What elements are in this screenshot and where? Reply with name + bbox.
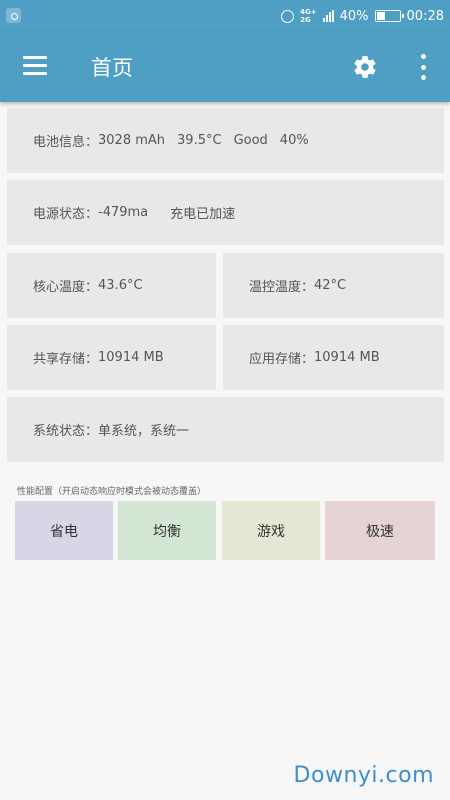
power-status-label: 电源状态： <box>33 207 99 222</box>
battery-icon <box>374 10 404 22</box>
battery-level: 40% <box>279 133 309 148</box>
battery-info-label: 电池信息： <box>33 135 99 150</box>
more-options-icon[interactable] <box>413 54 433 80</box>
shared-storage-card: 共享存储： 10914 MB <box>7 325 216 390</box>
core-temp-card: 核心温度： 43.6°C <box>7 253 216 318</box>
battery-percent: 40% <box>339 8 369 24</box>
status-bar: 4G+ 2G 40% 00:28 <box>0 0 450 32</box>
page-title: 首页 <box>91 56 133 80</box>
battery-temperature: 39.5°C <box>177 133 222 148</box>
notification-icon <box>6 8 21 23</box>
battery-capacity: 3028 mAh <box>98 133 166 148</box>
clock: 00:28 <box>406 8 444 24</box>
thermal-temp-value: 42°C <box>314 278 347 293</box>
mode-power-save-button[interactable]: 省电 <box>15 501 113 560</box>
shared-storage-value: 10914 MB <box>98 350 164 365</box>
app-bar: 首页 <box>0 32 450 102</box>
signal-icon <box>322 10 334 22</box>
thermal-temp-label: 温控温度： <box>249 280 315 295</box>
performance-label: 性能配置（开启动态响应时模式会被动态覆盖） <box>17 487 207 497</box>
shared-storage-label: 共享存储： <box>33 352 99 367</box>
mode-game-button[interactable]: 游戏 <box>222 501 320 560</box>
status-icons: 4G+ 2G 40% 00:28 <box>281 6 444 26</box>
power-status-card: 电源状态： -479ma 充电已加速 <box>7 180 444 245</box>
gear-icon[interactable] <box>352 54 378 80</box>
mode-balanced-label: 均衡 <box>153 523 181 540</box>
mode-game-label: 游戏 <box>257 523 285 540</box>
mode-balanced-button[interactable]: 均衡 <box>118 501 216 560</box>
network-sub-label: 2G <box>300 16 311 24</box>
charge-status: 充电已加速 <box>170 207 236 222</box>
system-status-label: 系统状态： <box>33 424 99 439</box>
thermal-temp-card: 温控温度： 42°C <box>223 253 444 318</box>
mode-turbo-button[interactable]: 极速 <box>325 501 435 560</box>
menu-icon[interactable] <box>23 56 47 76</box>
system-status-value: 单系统，系统一 <box>98 424 190 439</box>
app-storage-value: 10914 MB <box>314 350 380 365</box>
mode-turbo-label: 极速 <box>366 523 394 540</box>
network-label: 4G+ <box>300 8 317 16</box>
power-current: -479ma <box>98 205 149 220</box>
watermark: Downyi.com <box>293 763 434 788</box>
battery-info-card: 电池信息： 3028 mAh 39.5°C Good 40% <box>7 108 444 173</box>
alarm-icon <box>281 9 295 23</box>
core-temp-value: 43.6°C <box>98 278 143 293</box>
app-storage-card: 应用存储： 10914 MB <box>223 325 444 390</box>
battery-health: Good <box>233 133 268 148</box>
system-status-card: 系统状态： 单系统，系统一 <box>7 397 444 462</box>
app-storage-label: 应用存储： <box>249 352 315 367</box>
core-temp-label: 核心温度： <box>33 280 99 295</box>
network-type-icon: 4G+ 2G <box>300 8 316 24</box>
mode-power-save-label: 省电 <box>50 523 78 540</box>
